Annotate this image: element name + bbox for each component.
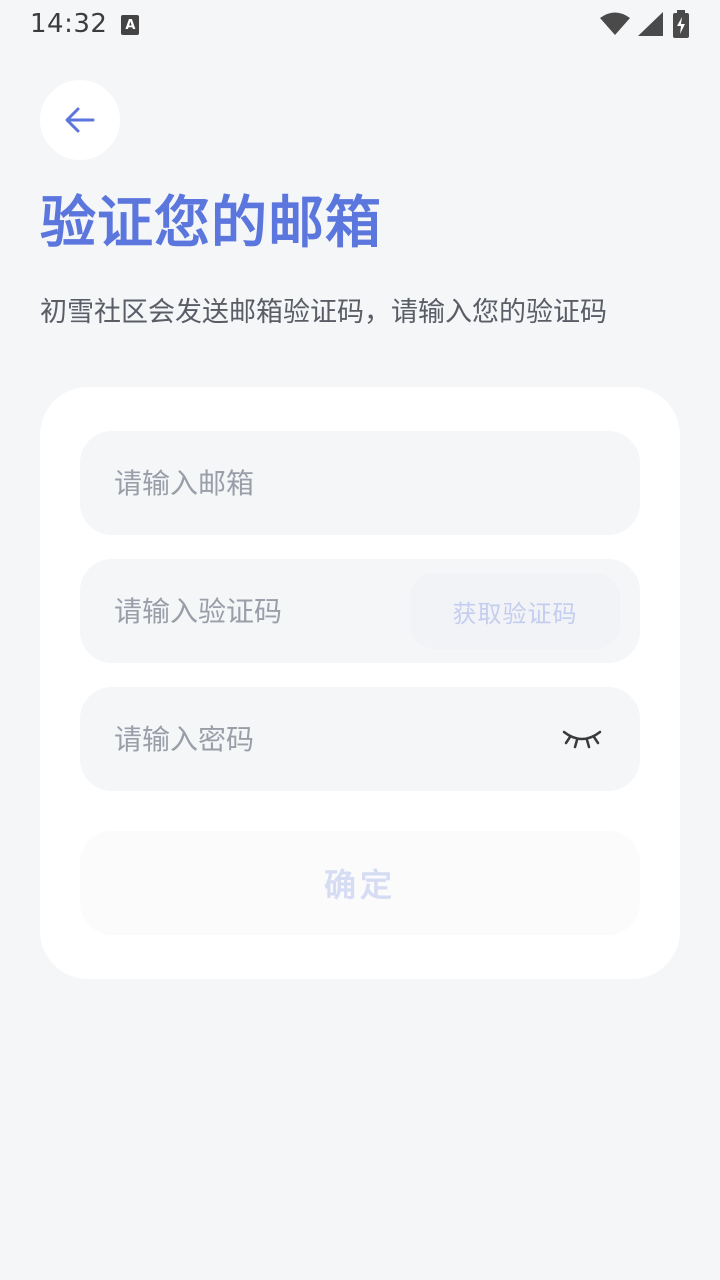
verification-code-input[interactable]: [114, 594, 414, 628]
wifi-icon: [600, 12, 630, 35]
status-bar: 14:32 A: [0, 0, 720, 48]
confirm-button[interactable]: 确定: [80, 831, 640, 935]
status-left: 14:32 A: [30, 9, 140, 39]
get-code-button[interactable]: 获取验证码: [410, 573, 620, 649]
form-card: 获取验证码 确定: [40, 387, 680, 979]
page-subtitle: 初雪社区会发送邮箱验证码，请输入您的验证码: [40, 297, 607, 328]
code-field: 获取验证码: [80, 559, 640, 663]
notification-icon: A: [121, 15, 140, 35]
email-input[interactable]: [114, 466, 414, 500]
password-field: [80, 687, 640, 791]
status-right: [600, 10, 690, 38]
password-input[interactable]: [114, 722, 414, 756]
battery-icon: [673, 10, 689, 38]
eye-closed-icon[interactable]: [560, 724, 604, 754]
status-time: 14:32: [30, 9, 108, 39]
signal-icon: [638, 12, 663, 36]
back-button[interactable]: [40, 80, 120, 160]
email-field: [80, 431, 640, 535]
arrow-left-icon: [65, 107, 95, 133]
page-title: 验证您的邮箱: [40, 191, 382, 256]
